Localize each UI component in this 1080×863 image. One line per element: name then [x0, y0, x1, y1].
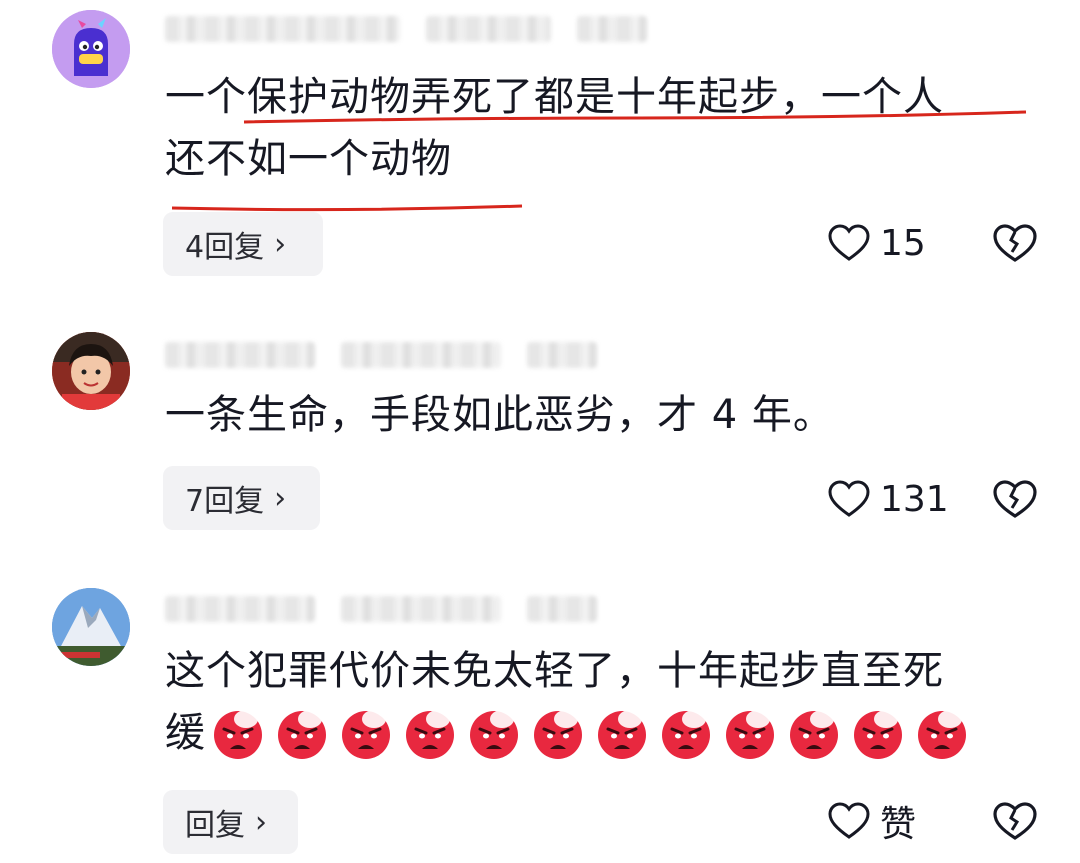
angry-face-emoji — [214, 710, 262, 759]
comment-text-line: 还不如一个动物 — [165, 136, 452, 182]
reply-label: 回复 — [185, 808, 245, 843]
comment-text-line: 一个保护动物弄死了都是十年起步，一个人 — [165, 74, 944, 120]
heart-outline-icon — [828, 224, 870, 261]
chevron-right-icon: › — [255, 804, 267, 840]
view-replies-button[interactable]: 4回复 › — [163, 212, 323, 276]
angry-face-emoji — [790, 710, 838, 759]
reply-label: 7回复 — [185, 484, 265, 519]
chevron-right-icon: › — [274, 480, 287, 516]
angry-face-emoji — [406, 710, 454, 759]
like-button[interactable]: 15 — [828, 218, 926, 268]
like-label: 赞 — [880, 804, 917, 845]
avatar[interactable] — [52, 332, 130, 410]
like-button[interactable]: 赞 — [828, 796, 916, 846]
broken-heart-icon[interactable] — [992, 800, 1038, 842]
avatar[interactable] — [52, 10, 130, 88]
angry-face-emoji — [278, 710, 326, 759]
broken-heart-icon[interactable] — [992, 222, 1038, 264]
avatar[interactable] — [52, 588, 130, 666]
angry-face-emoji — [854, 710, 902, 759]
comment-text-tail: 缓 — [165, 710, 206, 756]
angry-face-emoji — [342, 710, 390, 759]
comment-text-line: 缓 — [165, 698, 1045, 768]
angry-face-emoji — [470, 710, 518, 759]
like-count: 15 — [880, 222, 926, 264]
angry-face-emoji — [598, 710, 646, 759]
angry-face-emoji — [662, 710, 710, 759]
comment-text-line: 一条生命，手段如此恶劣，才 4 年。 — [165, 392, 834, 438]
reply-label: 4回复 — [185, 230, 265, 265]
author-meta-obscured — [165, 594, 597, 624]
like-button[interactable]: 131 — [828, 474, 949, 524]
comment-text-line: 这个犯罪代价未免太轻了，十年起步直至死 — [165, 648, 944, 694]
like-count: 131 — [880, 478, 949, 520]
broken-heart-icon[interactable] — [992, 478, 1038, 520]
heart-outline-icon — [828, 802, 870, 839]
angry-face-emoji — [726, 710, 774, 759]
angry-face-emoji — [534, 710, 582, 759]
angry-face-emoji — [918, 710, 966, 759]
author-meta-obscured — [165, 340, 597, 370]
chevron-right-icon: › — [274, 226, 287, 262]
author-meta-obscured — [165, 14, 647, 44]
reply-button[interactable]: 回复 › — [163, 790, 298, 854]
emoji-row — [210, 705, 978, 761]
heart-outline-icon — [828, 480, 870, 517]
view-replies-button[interactable]: 7回复 › — [163, 466, 320, 530]
